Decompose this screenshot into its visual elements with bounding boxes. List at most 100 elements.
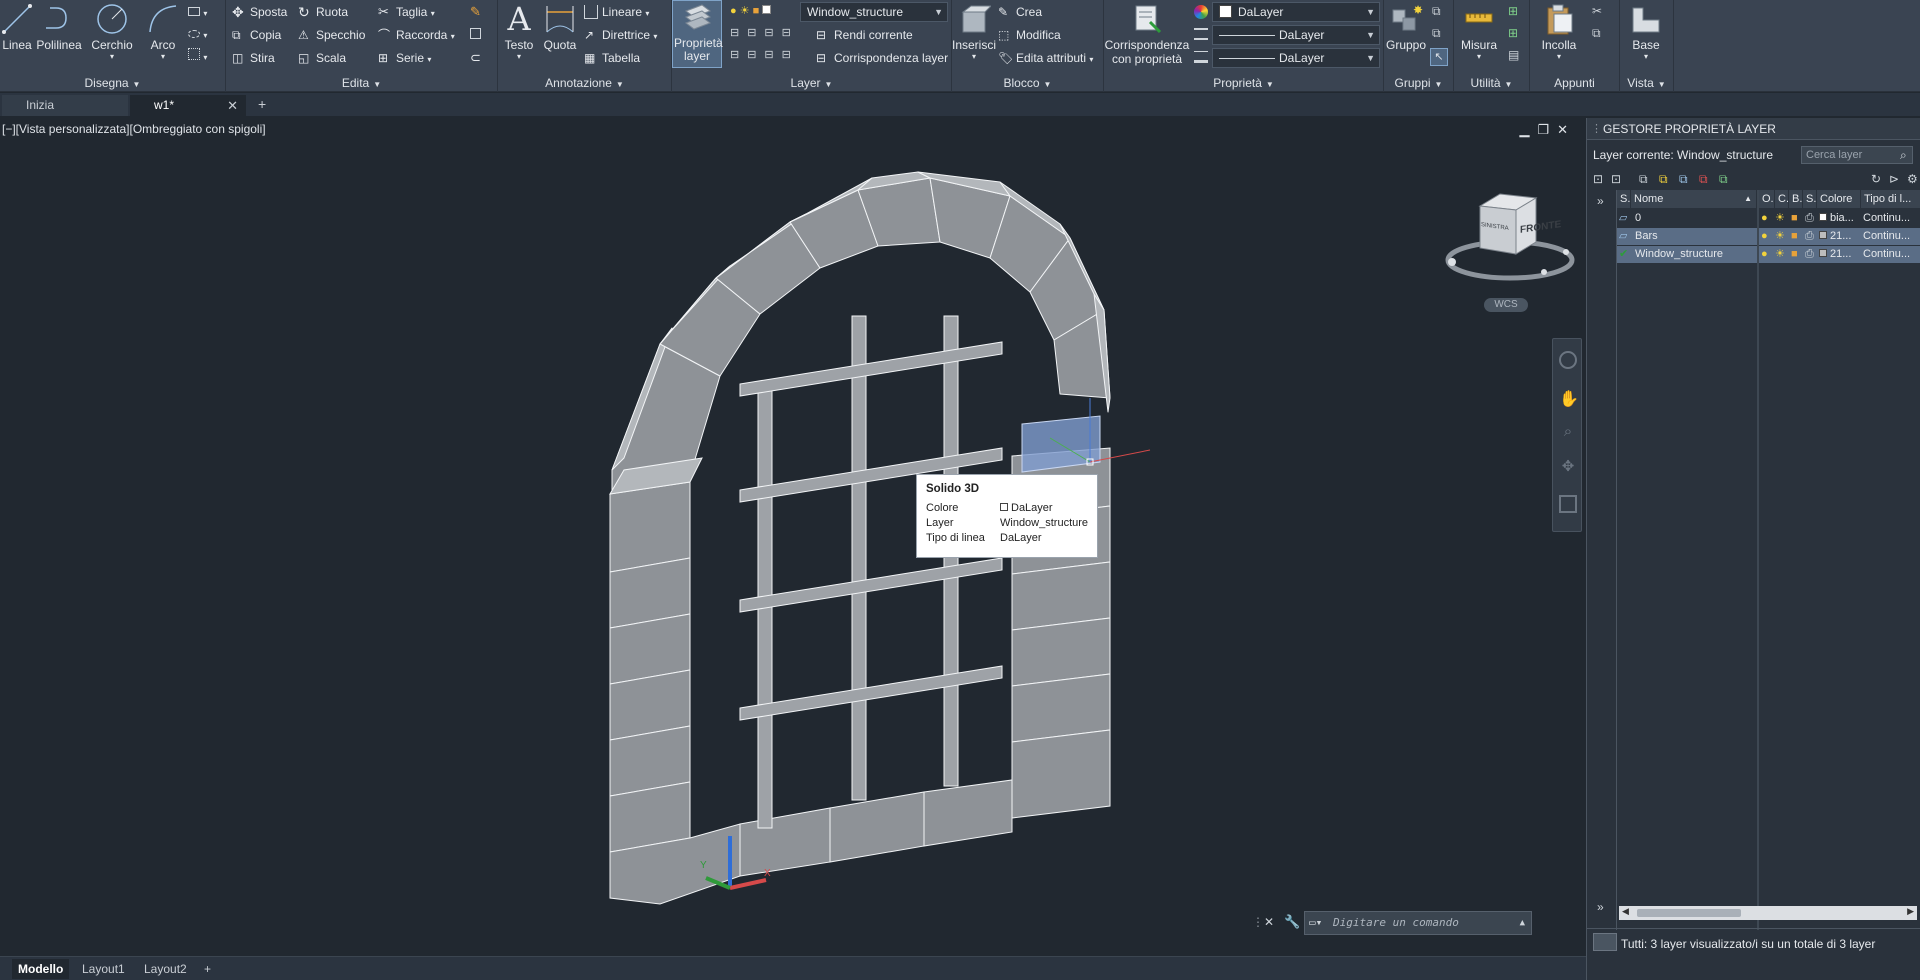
tabella-button[interactable]: ▦ Tabella bbox=[584, 48, 640, 68]
column-divider[interactable] bbox=[1757, 190, 1759, 930]
expand-bottom-icon[interactable]: » bbox=[1597, 900, 1604, 914]
plot-icon[interactable]: ⎙ bbox=[1805, 210, 1814, 227]
panel-title-utilita[interactable]: Utilità ▼ bbox=[1454, 74, 1529, 92]
group-edit-icon[interactable]: ⧉ bbox=[1432, 26, 1441, 41]
layer-color[interactable]: 21... bbox=[1819, 246, 1861, 263]
color-wheel-icon[interactable] bbox=[1194, 5, 1208, 19]
wrench-icon[interactable]: 🔧 bbox=[1284, 914, 1300, 930]
quick-select-icon[interactable]: ⊞ bbox=[1508, 4, 1518, 18]
refresh-icon[interactable]: ↻ bbox=[1871, 172, 1885, 186]
lock-icon[interactable]: ■ bbox=[1791, 228, 1798, 245]
layer-linetype[interactable]: Continu... bbox=[1863, 210, 1920, 227]
scroll-right-icon[interactable]: ▶ bbox=[1907, 906, 1914, 917]
hatch-button[interactable]: ▾ bbox=[188, 24, 207, 44]
serie-button[interactable]: ⊞ Serie ▾ bbox=[378, 48, 431, 68]
close-icon[interactable]: ✕ bbox=[1264, 915, 1274, 929]
layer-palette-icon[interactable] bbox=[1593, 933, 1617, 951]
showmotion-icon[interactable] bbox=[1559, 495, 1577, 513]
steering-wheel-icon[interactable] bbox=[1559, 351, 1577, 369]
layer-search-input[interactable]: Cerca layer bbox=[1801, 146, 1913, 164]
crea-button[interactable]: ✎ Crea bbox=[998, 2, 1042, 22]
new-tab-button[interactable]: + bbox=[258, 96, 266, 112]
bulb-icon[interactable]: ● bbox=[1761, 228, 1768, 245]
color-dropdown[interactable]: DaLayer ▼ bbox=[1212, 2, 1380, 22]
polilinea-button[interactable]: Polilinea bbox=[36, 2, 82, 52]
quota-button[interactable]: Quota bbox=[540, 2, 580, 52]
col-header-plot[interactable]: S.. bbox=[1803, 190, 1817, 208]
layer-dropdown[interactable]: Window_structure ▼ bbox=[800, 2, 948, 22]
linetype-icon[interactable] bbox=[1194, 28, 1208, 40]
layer-state-icons[interactable]: ● ☀ ■ bbox=[730, 4, 772, 17]
panel-title-annotazione[interactable]: Annotazione ▼ bbox=[498, 74, 671, 92]
tab-layout2[interactable]: Layout2 bbox=[138, 959, 193, 979]
drag-handle-icon[interactable]: ⋮ bbox=[1591, 122, 1602, 135]
stira-button[interactable]: ◫ Stira bbox=[232, 48, 275, 68]
linea-button[interactable]: Linea bbox=[0, 2, 34, 52]
misura-button[interactable]: Misura ▾ bbox=[1454, 2, 1504, 61]
rectangle-button[interactable]: ▾ bbox=[188, 2, 207, 22]
layer-tools-row1[interactable]: ⊟⊟⊟⊟ bbox=[730, 26, 799, 39]
copia-button[interactable]: ⧉ Copia bbox=[232, 25, 281, 45]
cerchio-button[interactable]: Cerchio ▾ bbox=[90, 2, 134, 61]
layer-tools-row2[interactable]: ⊟⊟⊟⊟ bbox=[730, 48, 799, 61]
col-header-name[interactable]: Nome ▲ bbox=[1631, 190, 1757, 208]
tab-w1[interactable]: w1* ✕ bbox=[130, 95, 246, 116]
edita-attributi-button[interactable]: 🏷 Edita attributi ▾ bbox=[998, 48, 1093, 68]
new-group-filter-icon[interactable]: ⊡ bbox=[1611, 172, 1625, 186]
window-3d-model[interactable]: Y X bbox=[0, 118, 1586, 950]
gruppo-button[interactable]: ✸ Gruppo bbox=[1384, 2, 1428, 52]
region-button[interactable]: ▾ bbox=[188, 46, 207, 66]
linetype-dropdown[interactable]: DaLayer ▼ bbox=[1212, 25, 1380, 45]
panel-title-vista[interactable]: Vista ▼ bbox=[1620, 74, 1673, 92]
drawing-viewport[interactable]: [−][Vista personalizzata][Ombreggiato co… bbox=[0, 118, 1586, 950]
layer-linetype[interactable]: Continu... bbox=[1863, 246, 1920, 263]
tab-inizia[interactable]: Inizia bbox=[2, 95, 128, 116]
sun-icon[interactable]: ☀ bbox=[1775, 246, 1785, 263]
new-layer-icon[interactable]: ⧉ bbox=[1659, 172, 1673, 186]
orbit-icon[interactable]: ✥ bbox=[1559, 457, 1577, 475]
panel-title-appunti[interactable]: Appunti bbox=[1530, 74, 1619, 92]
modifica-button[interactable]: ⬚ Modifica bbox=[998, 25, 1061, 45]
tab-layout1[interactable]: Layout1 bbox=[76, 959, 131, 979]
set-current-icon[interactable]: ⧉ bbox=[1719, 172, 1733, 186]
layer-color[interactable]: 21... bbox=[1819, 228, 1861, 245]
expand-filter-icon[interactable]: » bbox=[1597, 194, 1604, 208]
col-header-linetype[interactable]: Tipo di l... bbox=[1861, 190, 1920, 208]
tab-modello[interactable]: Modello bbox=[12, 959, 70, 979]
layer-linetype[interactable]: Continu... bbox=[1863, 228, 1920, 245]
rendi-corrente-button[interactable]: ⊟ Rendi corrente bbox=[816, 25, 913, 45]
wcs-menu[interactable]: WCS bbox=[1484, 298, 1528, 312]
plot-icon[interactable]: ⎙ bbox=[1805, 246, 1814, 263]
lock-icon[interactable]: ■ bbox=[1791, 210, 1798, 227]
panel-title-edita[interactable]: Edita ▼ bbox=[226, 74, 497, 92]
close-icon[interactable]: ✕ bbox=[227, 95, 238, 116]
panel-title-blocco[interactable]: Blocco ▼ bbox=[952, 74, 1103, 92]
erase-button[interactable]: ✎ bbox=[470, 2, 481, 22]
arco-button[interactable]: Arco ▾ bbox=[146, 2, 180, 61]
chevron-up-icon[interactable]: ▲ bbox=[1520, 912, 1525, 934]
ruota-button[interactable]: ↻ Ruota bbox=[298, 2, 348, 22]
panel-title-gruppi[interactable]: Gruppi ▼ bbox=[1384, 74, 1453, 92]
lineare-button[interactable]: Lineare ▾ bbox=[584, 2, 649, 22]
layer-row[interactable]: ✔ Window_structure ● ☀ ■ ⎙ 21... Continu… bbox=[1617, 246, 1920, 263]
specchio-button[interactable]: ⚠ Specchio bbox=[298, 25, 365, 45]
group-select-icon[interactable]: ↖ bbox=[1430, 48, 1448, 66]
testo-button[interactable]: A Testo ▾ bbox=[502, 2, 536, 61]
layer-row[interactable]: ▱ Bars ● ☀ ■ ⎙ 21... Continu... bbox=[1617, 228, 1920, 245]
gear-icon[interactable]: ⚙ bbox=[1907, 172, 1920, 186]
lock-icon[interactable]: ■ bbox=[1791, 246, 1798, 263]
explode-button[interactable] bbox=[470, 25, 481, 45]
panel-title-proprieta[interactable]: Proprietà ▼ bbox=[1104, 74, 1383, 92]
copy-clip-icon[interactable]: ⧉ bbox=[1592, 26, 1601, 41]
col-header-color[interactable]: Colore bbox=[1817, 190, 1861, 208]
sun-icon[interactable]: ☀ bbox=[1775, 228, 1785, 245]
corrispondenza-layer-button[interactable]: ⊟ Corrispondenza layer bbox=[816, 48, 948, 68]
offset-button[interactable]: ⊂ bbox=[470, 48, 481, 68]
search-icon[interactable]: ⌕ bbox=[1900, 148, 1907, 163]
base-button[interactable]: Base ▾ bbox=[1624, 2, 1668, 61]
new-property-filter-icon[interactable]: ⊡ bbox=[1593, 172, 1607, 186]
panel-title-layer[interactable]: Layer ▼ bbox=[672, 74, 951, 92]
direttrice-button[interactable]: ↗ Direttrice ▾ bbox=[584, 25, 657, 45]
corrispondenza-proprieta-button[interactable]: Corrispondenza con proprietà bbox=[1104, 2, 1190, 66]
col-header-freeze[interactable]: C.. bbox=[1775, 190, 1789, 208]
